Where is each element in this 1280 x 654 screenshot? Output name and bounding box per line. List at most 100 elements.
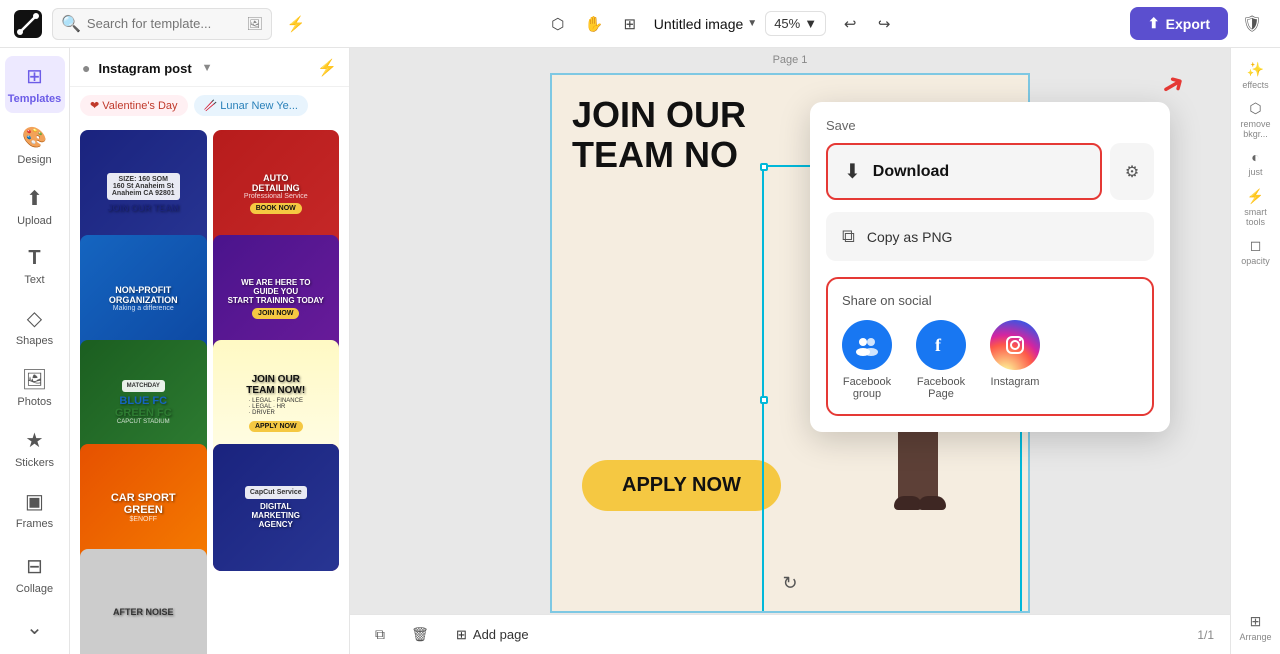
opacity-icon: ◻ bbox=[1250, 237, 1262, 254]
undo-button[interactable]: ↩ bbox=[834, 8, 866, 40]
right-sidebar: ✨ effects ⬡ removebkgr... ◐ just ⚡ smart… bbox=[1230, 48, 1280, 654]
settings-icon: ⚙ bbox=[1125, 162, 1139, 182]
sidebar-item-frames[interactable]: ▣ Frames bbox=[5, 481, 65, 538]
main-layout: ⊞ Templates 🎨 Design ⬆ Upload T Text ◇ S… bbox=[0, 48, 1280, 654]
tag-valentines[interactable]: ❤ Valentine's Day bbox=[80, 95, 188, 116]
chevron-down-icon: ▼ bbox=[747, 18, 757, 29]
sidebar-item-more[interactable]: ⌄ bbox=[5, 607, 65, 648]
sidebar-item-templates[interactable]: ⊞ Templates bbox=[5, 56, 65, 113]
social-item-instagram[interactable]: Instagram bbox=[990, 320, 1040, 400]
undo-redo: ↩ ↪ bbox=[834, 8, 900, 40]
instagram-label: Instagram bbox=[991, 376, 1040, 388]
sidebar-label-shapes: Shapes bbox=[16, 335, 53, 347]
layout-icon[interactable]: ⊞ bbox=[614, 8, 646, 40]
social-item-facebook-page[interactable]: f FacebookPage bbox=[916, 320, 966, 400]
sidebar-item-text[interactable]: T Text bbox=[5, 239, 65, 294]
sel-handle-ml[interactable] bbox=[760, 396, 768, 404]
templates-panel: ● Instagram post ▼ ⚡ ❤ Valentine's Day 🥢… bbox=[70, 48, 350, 654]
sidebar-item-shapes[interactable]: ◇ Shapes bbox=[5, 298, 65, 355]
right-sidebar-adjust[interactable]: ◐ just bbox=[1237, 144, 1275, 182]
upload-icon: ⬆ bbox=[26, 186, 43, 211]
facebook-page-icon: f bbox=[916, 320, 966, 370]
export-button[interactable]: ⬆ Export bbox=[1130, 7, 1228, 40]
facebook-group-label: Facebookgroup bbox=[843, 376, 891, 400]
facebook-page-label: FacebookPage bbox=[917, 376, 965, 400]
sidebar-item-stickers[interactable]: ★ Stickers bbox=[5, 420, 65, 477]
collage-icon: ⊟ bbox=[26, 554, 43, 579]
bottom-bar: ⧉ 🗑 ⊞ Add page 1/1 bbox=[350, 614, 1230, 654]
download-label: Download bbox=[873, 163, 949, 181]
instagram-icon bbox=[990, 320, 1040, 370]
stickers-icon: ★ bbox=[26, 428, 44, 453]
panel-header-chevron: ▼ bbox=[202, 62, 213, 74]
logo-icon[interactable] bbox=[12, 8, 44, 40]
rotate-handle[interactable]: ↻ bbox=[782, 573, 797, 594]
add-page-button[interactable]: ⊞ Add page bbox=[446, 623, 539, 647]
share-label: Share on social bbox=[842, 293, 1138, 308]
cursor-icon[interactable]: ⬡ bbox=[542, 8, 574, 40]
sidebar-item-photos[interactable]: 🖼 Photos bbox=[5, 359, 65, 416]
template-card-8[interactable]: CapCut Service DIGITALMARKETINGAGENCY bbox=[213, 444, 340, 571]
toolbar-icons: ⬡ ✋ ⊞ bbox=[542, 8, 646, 40]
copy-png-button[interactable]: ⧉ Copy as PNG bbox=[826, 212, 1154, 261]
sidebar-label-design: Design bbox=[17, 154, 51, 166]
sidebar-label-text: Text bbox=[24, 274, 44, 286]
doc-title[interactable]: Untitled image ▼ bbox=[654, 16, 757, 32]
copy-png-label: Copy as PNG bbox=[867, 229, 953, 245]
right-sidebar-smart-tools[interactable]: ⚡ smarttools bbox=[1237, 188, 1275, 226]
sidebar-item-collage[interactable]: ⊟ Collage bbox=[5, 546, 65, 603]
templates-icon: ⊞ bbox=[26, 64, 43, 89]
right-sidebar-effects[interactable]: ✨ effects bbox=[1237, 56, 1275, 94]
canvas-area: Page 1 JOIN OUR TEAM NO APPLY NOW bbox=[350, 48, 1230, 654]
social-item-facebook-group[interactable]: Facebookgroup bbox=[842, 320, 892, 400]
sidebar-label-upload: Upload bbox=[17, 215, 52, 227]
more-icon: ⌄ bbox=[26, 615, 43, 640]
page-counter: 1/1 bbox=[1197, 628, 1214, 642]
right-sidebar-remove-bg[interactable]: ⬡ removebkgr... bbox=[1237, 100, 1275, 138]
smart-tools-icon: ⚡ bbox=[1247, 188, 1264, 205]
top-bar-right: ⬆ Export 🛡 bbox=[1130, 7, 1268, 40]
left-sidebar: ⊞ Templates 🎨 Design ⬆ Upload T Text ◇ S… bbox=[0, 48, 70, 654]
add-page-label: Add page bbox=[473, 627, 529, 642]
download-settings-button[interactable]: ⚙ bbox=[1110, 143, 1154, 200]
tag-lunar[interactable]: 🥢 Lunar New Ye... bbox=[194, 95, 308, 116]
text-icon: T bbox=[28, 247, 40, 270]
right-sidebar-arrange[interactable]: ⊞ Arrange bbox=[1237, 608, 1275, 646]
zoom-level: 45% bbox=[774, 16, 800, 31]
page-label: Page 1 bbox=[350, 48, 1230, 72]
shield-icon[interactable]: 🛡 bbox=[1236, 8, 1268, 40]
search-bar[interactable]: 🔍 🖼 bbox=[52, 8, 272, 40]
panel-filter-icon[interactable]: ⚡ bbox=[317, 58, 337, 78]
filter-icon[interactable]: ⚡ bbox=[280, 8, 312, 40]
sidebar-label-collage: Collage bbox=[16, 583, 53, 595]
add-page-icon: ⊞ bbox=[456, 627, 467, 643]
search-input[interactable] bbox=[87, 16, 241, 31]
panel-header-label: Instagram post bbox=[98, 61, 191, 76]
search-icon: 🔍 bbox=[61, 14, 81, 34]
download-btn-row: ⬇ Download ⚙ bbox=[826, 143, 1154, 200]
frames-icon: ▣ bbox=[25, 489, 44, 514]
design-icon: 🎨 bbox=[22, 125, 47, 150]
delete-icon[interactable]: 🗑 bbox=[406, 621, 434, 649]
sidebar-label-stickers: Stickers bbox=[15, 457, 54, 469]
hand-icon[interactable]: ✋ bbox=[578, 8, 610, 40]
remove-bg-icon: ⬡ bbox=[1249, 100, 1261, 117]
sidebar-item-upload[interactable]: ⬆ Upload bbox=[5, 178, 65, 235]
svg-text:f: f bbox=[935, 335, 942, 355]
sidebar-label-templates: Templates bbox=[8, 93, 62, 105]
download-button[interactable]: ⬇ Download bbox=[826, 143, 1102, 200]
save-label: Save bbox=[826, 118, 1154, 133]
template-card-9[interactable]: AFTER NOISE bbox=[80, 549, 207, 654]
top-bar: 🔍 🖼 ⚡ ⬡ ✋ ⊞ Untitled image ▼ 45% ▼ ↩ ↪ ⬆… bbox=[0, 0, 1280, 48]
export-icon: ⬆ bbox=[1148, 15, 1160, 32]
zoom-control[interactable]: 45% ▼ bbox=[765, 11, 826, 36]
image-search-icon[interactable]: 🖼 bbox=[246, 16, 263, 32]
redo-button[interactable]: ↪ bbox=[868, 8, 900, 40]
photos-icon: 🖼 bbox=[22, 367, 47, 392]
panel-header-icon: ● bbox=[82, 60, 90, 76]
facebook-group-icon bbox=[842, 320, 892, 370]
doc-title-text: Untitled image bbox=[654, 16, 744, 32]
sidebar-item-design[interactable]: 🎨 Design bbox=[5, 117, 65, 174]
right-sidebar-opacity[interactable]: ◻ opacity bbox=[1237, 232, 1275, 270]
duplicate-icon[interactable]: ⧉ bbox=[366, 621, 394, 649]
